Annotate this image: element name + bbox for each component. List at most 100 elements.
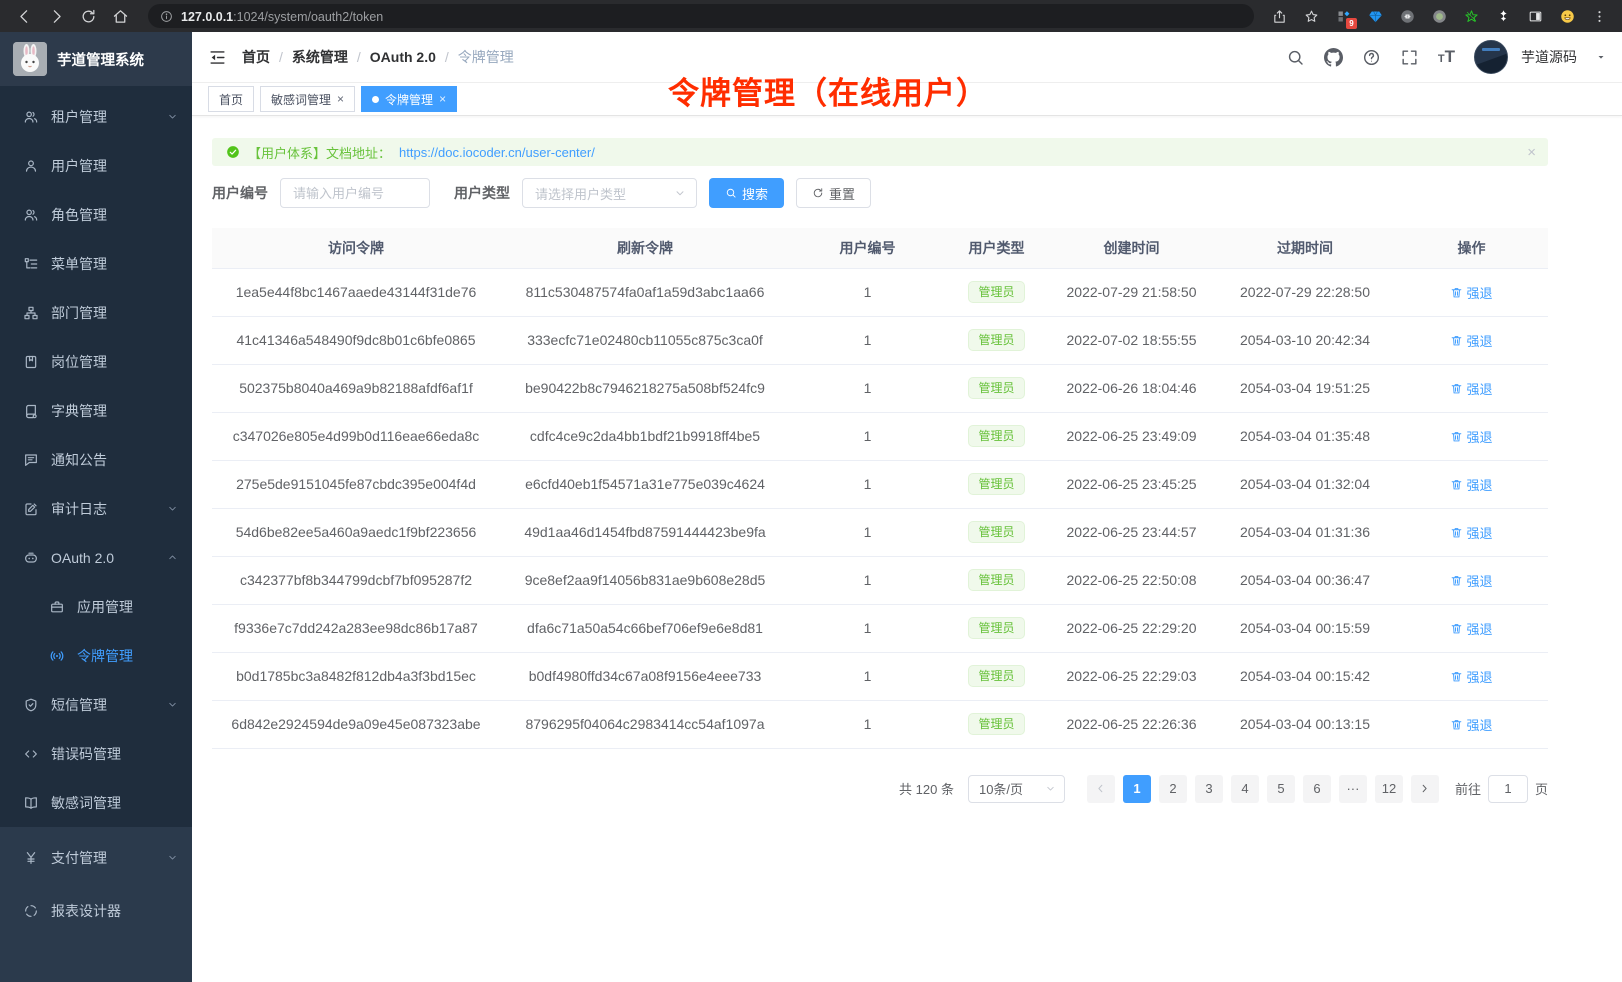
sidebar-item[interactable]: 短信管理 [0,680,192,729]
force-logout-button[interactable]: 强退 [1450,571,1492,590]
reload-icon[interactable] [74,3,102,29]
page-number-button[interactable]: 4 [1231,775,1259,803]
expire-time-cell: 2054-03-04 00:36:47 [1215,556,1395,604]
expire-time-cell: 2054-03-04 00:15:59 [1215,604,1395,652]
access-token-cell: b0d1785bc3a8482f812db4a3f3bd15ec [212,652,500,700]
search-icon[interactable] [1286,48,1305,67]
close-tab-icon[interactable]: × [439,92,446,106]
doc-link[interactable]: https://doc.iocoder.cn/user-center/ [399,145,595,160]
sidebar-item[interactable]: 部门管理 [0,288,192,337]
created-time-cell: 2022-06-25 22:50:08 [1048,556,1215,604]
extension-pin-icon[interactable] [1492,5,1514,27]
sidebar-item[interactable]: 角色管理 [0,190,192,239]
extension-command-icon[interactable] [1396,5,1418,27]
page-number-button[interactable]: 5 [1267,775,1295,803]
created-time-cell: 2022-06-25 23:44:57 [1048,508,1215,556]
page-number-button[interactable]: 3 [1195,775,1223,803]
user-type-cell: 管理员 [945,700,1048,748]
page-tab[interactable]: 首页 [208,86,254,112]
force-logout-button[interactable]: 强退 [1450,331,1492,350]
sidebar-item[interactable]: 报表设计器 [0,884,192,937]
breadcrumb-item[interactable]: OAuth 2.0 [370,49,436,65]
breadcrumb-item[interactable]: 令牌管理 [458,47,514,67]
help-icon[interactable] [1362,48,1381,67]
access-token-cell: f9336e7c7dd242a283ee98dc86b17a87 [212,604,500,652]
fullscreen-icon[interactable] [1400,48,1419,67]
font-size-icon[interactable]: TT [1438,47,1455,67]
address-bar[interactable]: 127.0.0.1:1024/system/oauth2/token [148,4,1254,28]
force-logout-button[interactable]: 强退 [1450,379,1492,398]
sidebar-item[interactable]: 敏感词管理 [0,778,192,827]
share-icon[interactable] [1268,5,1290,27]
breadcrumb-item[interactable]: 系统管理 [292,47,348,67]
user-menu-caret-icon[interactable] [1596,52,1606,62]
user-id-input[interactable] [280,178,430,208]
search-button[interactable]: 搜索 [709,178,784,208]
table-body: 1ea5e44f8bc1467aaede43144f31de76 811c530… [212,268,1548,748]
alert-text: 【用户体系】文档地址： [248,143,391,162]
browser-menu-icon[interactable] [1588,5,1610,27]
token-table: 访问令牌刷新令牌用户编号用户类型创建时间过期时间操作 1ea5e44f8bc14… [212,228,1548,749]
action-cell: 强退 [1395,652,1548,700]
extension-grid-icon[interactable]: 9 [1332,5,1354,27]
tab-bar: 首页 敏感词管理 × 令牌管理 × [192,83,1622,116]
github-icon[interactable] [1324,48,1343,67]
avatar[interactable] [1474,40,1508,74]
page-number-button[interactable]: 1 [1123,775,1151,803]
username[interactable]: 芋道源码 [1521,47,1577,67]
next-page-button[interactable] [1411,775,1439,803]
sidebar-item-label: 短信管理 [51,695,107,715]
sidebar-item[interactable]: 支付管理 [0,831,192,884]
page-number-button[interactable]: 6 [1303,775,1331,803]
user-type-cell: 管理员 [945,652,1048,700]
home-icon[interactable] [106,3,134,29]
force-logout-button[interactable]: 强退 [1450,619,1492,638]
forward-icon[interactable] [42,3,70,29]
sidebar-item[interactable]: 令牌管理 [0,631,192,680]
user-type-cell: 管理员 [945,604,1048,652]
page-number-button[interactable]: 2 [1159,775,1187,803]
reset-button[interactable]: 重置 [796,178,871,208]
bookmark-star-icon[interactable] [1300,5,1322,27]
force-logout-button[interactable]: 强退 [1450,667,1492,686]
sidebar: 芋道管理系统 租户管理 用户管理 角色管理 [0,32,192,982]
breadcrumb-item[interactable]: 首页 [242,47,270,67]
site-info-icon[interactable] [160,10,173,23]
user-type-select[interactable]: 请选择用户类型 [522,178,697,208]
profile-emoji-icon[interactable] [1556,5,1578,27]
extension-record-icon[interactable] [1428,5,1450,27]
extension-green-star-icon[interactable] [1460,5,1482,27]
back-icon[interactable] [10,3,38,29]
force-logout-button[interactable]: 强退 [1450,715,1492,734]
page-size-select[interactable]: 10条/页 [968,775,1065,803]
force-logout-button[interactable]: 强退 [1450,523,1492,542]
close-tab-icon[interactable]: × [337,92,344,106]
sidebar-item[interactable]: 应用管理 [0,582,192,631]
sidebar-item[interactable]: 用户管理 [0,141,192,190]
goto-page-input[interactable] [1488,775,1528,803]
sidebar-item[interactable]: 字典管理 [0,386,192,435]
sidebar-item[interactable]: OAuth 2.0 [0,533,192,582]
sidebar-item[interactable]: 错误码管理 [0,729,192,778]
alert-close-icon[interactable]: × [1527,138,1536,166]
sidebar-item-label: 报表设计器 [51,901,121,921]
page-tab[interactable]: 敏感词管理 × [260,86,355,112]
app-logo-row[interactable]: 芋道管理系统 [0,32,192,86]
collapse-sidebar-icon[interactable] [208,48,227,67]
action-cell: 强退 [1395,556,1548,604]
sidebar-toggle-icon[interactable] [1524,5,1546,27]
prev-page-button[interactable] [1087,775,1115,803]
sidebar-item[interactable]: 岗位管理 [0,337,192,386]
page-number-button[interactable]: 12 [1375,775,1403,803]
trash-icon [1450,334,1463,347]
sidebar-item[interactable]: 通知公告 [0,435,192,484]
page-number-button[interactable]: ··· [1339,775,1367,803]
sidebar-item[interactable]: 租户管理 [0,92,192,141]
extension-gem-icon[interactable] [1364,5,1386,27]
force-logout-button[interactable]: 强退 [1450,475,1492,494]
force-logout-button[interactable]: 强退 [1450,427,1492,446]
sidebar-item[interactable]: 菜单管理 [0,239,192,288]
force-logout-button[interactable]: 强退 [1450,283,1492,302]
page-tab[interactable]: 令牌管理 × [361,86,457,112]
sidebar-item[interactable]: 审计日志 [0,484,192,533]
